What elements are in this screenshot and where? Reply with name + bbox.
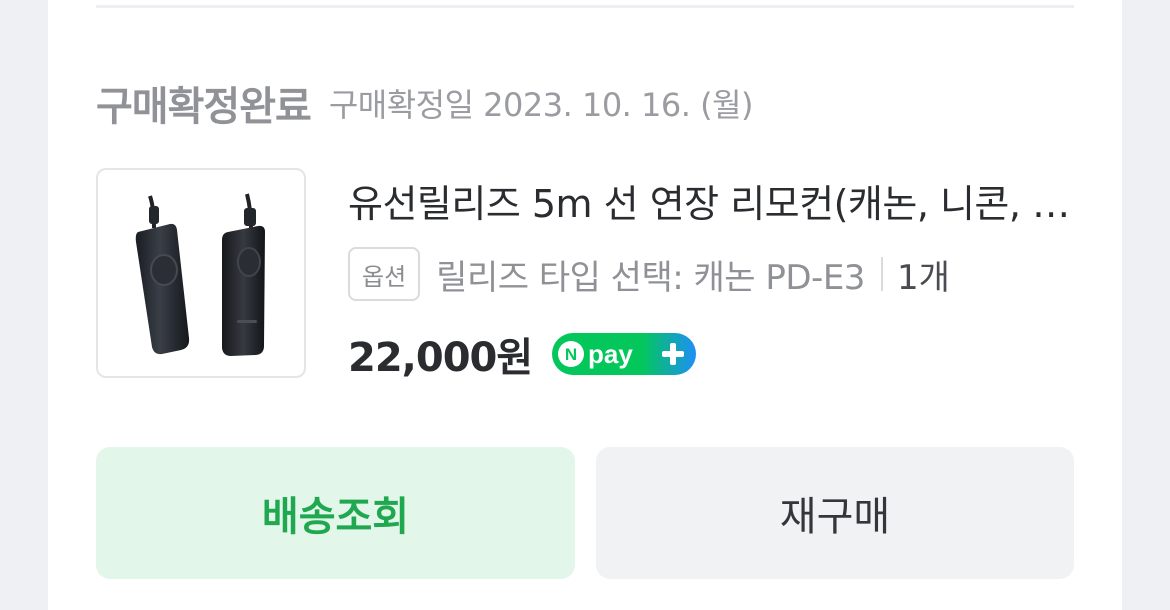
- track-delivery-button[interactable]: 배송조회: [96, 447, 575, 579]
- order-status-row: 구매확정완료 구매확정일 2023. 10. 16. (월): [96, 76, 754, 130]
- option-text: 릴리즈 타입 선택: 캐논 PD-E3: [436, 257, 865, 298]
- svg-text:N: N: [565, 345, 577, 364]
- product-thumbnail[interactable]: [96, 168, 306, 378]
- option-badge: 옵션: [348, 247, 421, 301]
- rebuy-button[interactable]: 재구매: [596, 447, 1074, 579]
- npay-plus-badge-icon: N pay: [552, 333, 697, 375]
- npay-text: pay: [588, 339, 633, 369]
- order-status: 구매확정완료: [96, 84, 312, 130]
- quantity: 1개: [896, 257, 950, 298]
- order-card: 구매확정완료 구매확정일 2023. 10. 16. (월) 유선릴리즈 5m …: [48, 0, 1122, 610]
- product-name[interactable]: 유선릴리즈 5m 선 연장 리모컨(캐논, 니콘, 소니 등): [348, 178, 1076, 230]
- option-separator: [880, 257, 883, 291]
- option-row: 옵션 릴리즈 타입 선택: 캐논 PD-E3 1개: [348, 247, 950, 301]
- confirm-date: 구매확정일 2023. 10. 16. (월): [328, 86, 754, 124]
- price: 22,000원: [348, 335, 533, 381]
- divider: [96, 5, 1074, 8]
- price-row: 22,000원 N pay: [348, 326, 697, 382]
- cable-release-remote-image: [135, 193, 265, 356]
